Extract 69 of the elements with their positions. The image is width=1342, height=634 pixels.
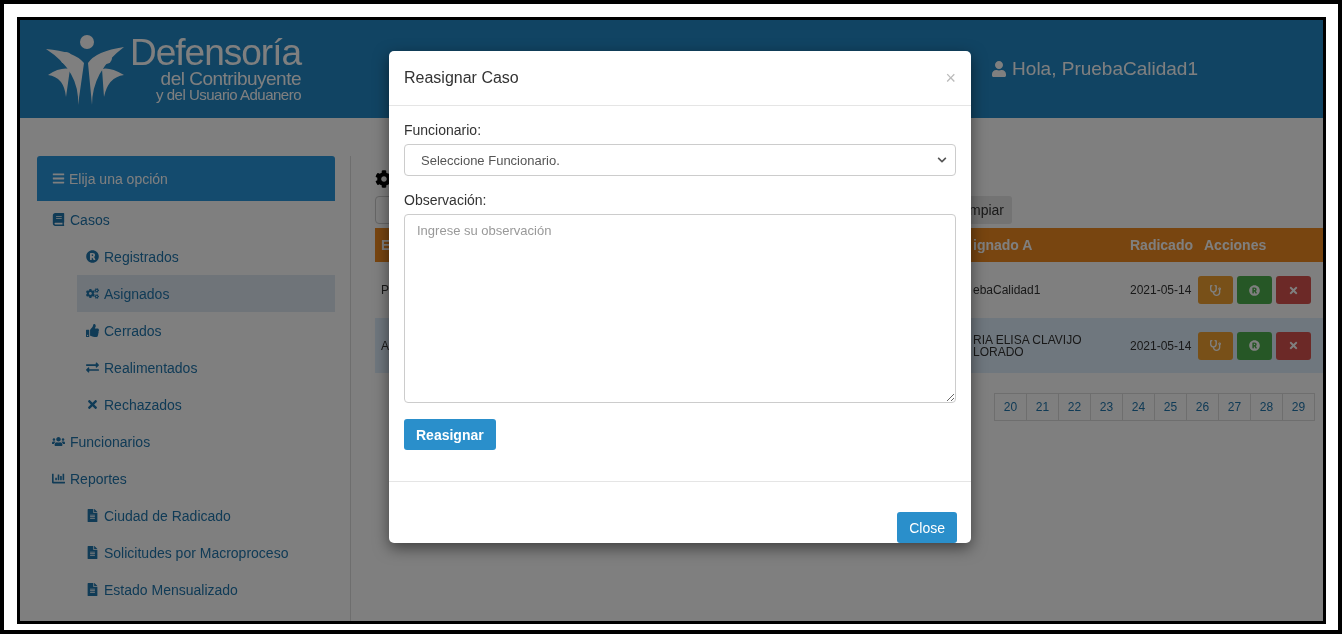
sidebar-item[interactable]: Registrados (77, 238, 335, 275)
x-icon (1288, 340, 1299, 351)
document-icon (86, 546, 99, 559)
logo-text: del Contribuyente (159, 70, 301, 89)
field-label: Funcionario: (404, 122, 483, 138)
sidebar-item[interactable]: Solicitudes por Macroproceso (77, 534, 335, 571)
book-icon (52, 213, 65, 226)
page-link[interactable]: 25 (1154, 393, 1187, 421)
page-link[interactable]: 24 (1122, 393, 1155, 421)
x-icon (1288, 284, 1299, 296)
table-cell-text: P (380, 284, 390, 296)
table-cell-text: 2021-05-14 (1129, 339, 1193, 352)
review-button[interactable] (1198, 276, 1233, 304)
user-icon (991, 61, 1008, 77)
x-icon (86, 398, 99, 411)
register-button[interactable] (1237, 276, 1272, 304)
sidebar-item[interactable]: Ciudad de Radicado (77, 497, 335, 534)
table-cell-text: RIA ELISA CLAVIJO LORADO (972, 333, 1083, 358)
table-cell-text: ebaCalidad1 (972, 284, 1042, 296)
column-header: Acciones (1203, 237, 1268, 253)
observation-field[interactable]: Ingrese su observación (404, 214, 956, 403)
menu-icon (52, 172, 65, 185)
logo-text: y del Usuario Aduanero (155, 88, 301, 103)
page-link[interactable]: 26 (1186, 393, 1219, 421)
close-button[interactable]: Close (897, 512, 957, 543)
select-field[interactable]: Seleccione Funcionario. (404, 144, 956, 176)
field-label: Observación: (404, 192, 488, 208)
sidebar-title-text: Elija una opción (69, 170, 168, 187)
bar-chart-icon (52, 472, 65, 485)
registered-icon (1249, 284, 1260, 296)
column-header: Radicado (1129, 237, 1194, 253)
page-link[interactable]: 21 (1026, 393, 1059, 421)
sidebar-item[interactable]: Casos (37, 201, 335, 238)
arrows-icon (86, 361, 99, 374)
sidebar-item[interactable]: Funcionarios (37, 423, 335, 460)
page-link[interactable]: 20 (994, 393, 1027, 421)
reject-button[interactable] (1276, 276, 1311, 304)
gears-icon (86, 287, 99, 300)
logo-text: Defensoría (130, 35, 301, 71)
stethoscope-icon (1210, 340, 1221, 351)
users-icon (52, 435, 65, 448)
column-header: ignado A (972, 237, 1034, 253)
greeting-text: Hola, PruebaCalidad1 (1012, 58, 1198, 80)
sidebar-item[interactable]: Rechazados (77, 386, 335, 423)
page-link[interactable]: 23 (1090, 393, 1123, 421)
reject-button[interactable] (1276, 331, 1311, 360)
reassign-button[interactable]: Reasignar (404, 419, 496, 450)
document-icon (86, 583, 99, 596)
sidebar-item[interactable]: Reportes (37, 460, 335, 497)
close-button[interactable]: × (945, 67, 956, 89)
chevron-icon (937, 155, 947, 165)
sidebar-item[interactable]: Estado Mensualizado (77, 571, 335, 608)
sidebar-item[interactable]: Asignados (77, 275, 335, 312)
page-link[interactable]: 28 (1250, 393, 1283, 421)
stethoscope-icon (1210, 284, 1221, 296)
page-link[interactable]: 29 (1282, 393, 1315, 421)
review-button[interactable] (1198, 331, 1233, 360)
sidebar-item[interactable]: Realimentados (77, 349, 335, 386)
sidebar-item[interactable]: Cerrados (77, 312, 335, 349)
table-cell-text: 2021-05-14 (1129, 284, 1193, 296)
table-cell-text: A (380, 339, 390, 352)
page-link[interactable]: 27 (1218, 393, 1251, 421)
page-link[interactable]: 22 (1058, 393, 1091, 421)
dialog-title: Reasignar Caso (404, 69, 519, 87)
register-button[interactable] (1237, 331, 1272, 360)
document-icon (86, 509, 99, 522)
registered-icon (1249, 340, 1260, 351)
registered-icon (86, 250, 99, 263)
thumbs-up-icon (86, 324, 99, 337)
